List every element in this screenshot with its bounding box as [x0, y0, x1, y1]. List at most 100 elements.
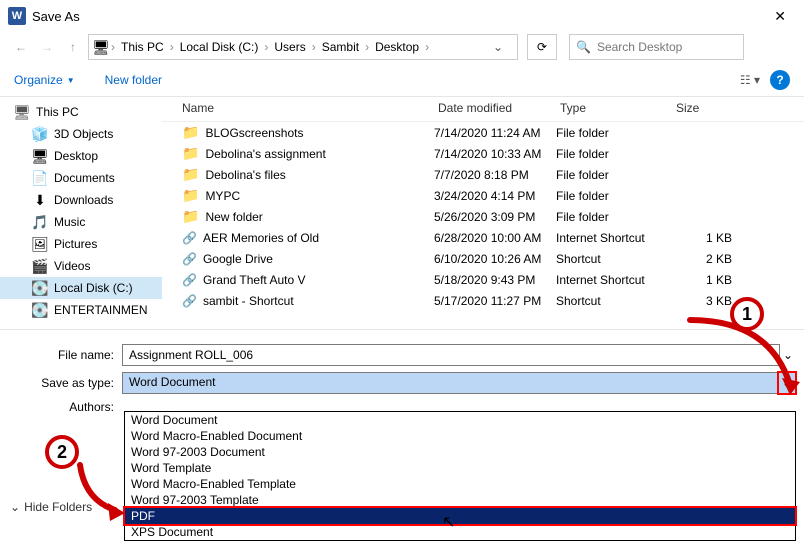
annotation-callout-1: 1	[730, 297, 764, 331]
chevron-down-icon[interactable]: ⌄	[488, 40, 513, 54]
nav-back-icon[interactable]: ←	[10, 36, 32, 58]
file-row[interactable]: 📁MYPC3/24/2020 4:14 PMFile folder	[162, 185, 804, 206]
sidebar-item-this-pc[interactable]: 🖥This PC	[0, 101, 162, 123]
breadcrumb-item[interactable]: Users	[270, 38, 309, 56]
disk-icon: 💽	[32, 280, 48, 296]
file-row[interactable]: 📁BLOGscreenshots7/14/2020 11:24 AMFile f…	[162, 122, 804, 143]
folder-icon: 📁	[182, 208, 199, 225]
pc-icon: 🖥	[93, 39, 109, 55]
breadcrumb-item[interactable]: Local Disk (C:)	[176, 38, 263, 56]
nav-up-icon[interactable]: ↑	[62, 36, 84, 58]
breadcrumb[interactable]: 🖥 › This PC › Local Disk (C:) › Users › …	[88, 34, 518, 60]
file-date: 7/14/2020 11:24 AM	[434, 126, 556, 140]
file-row[interactable]: 📁 Debolina's assignment 7/14/2020 10:33 AM…	[162, 143, 804, 164]
sidebar-item-local-disk-c[interactable]: 💽Local Disk (C:)	[0, 277, 162, 299]
annotation-arrow-2	[70, 455, 150, 525]
sidebar-item-documents[interactable]: 📄Documents	[0, 167, 162, 189]
file-date: 5/18/2020 9:43 PM	[434, 273, 556, 287]
saveastype-option[interactable]: Word 97-2003 Document	[125, 444, 795, 460]
file-row[interactable]: 🔗Google Drive6/10/2020 10:26 AMShortcut2…	[162, 248, 804, 269]
file-type: File folder	[556, 210, 672, 224]
file-size: 2 KB	[672, 252, 732, 266]
sidebar-item-entertainment[interactable]: 💽ENTERTAINMEN	[0, 299, 162, 321]
dialog-title: Save As	[32, 9, 80, 24]
file-name: Grand Theft Auto V	[203, 273, 306, 287]
music-icon: 🎵	[32, 214, 48, 230]
sidebar-item-videos[interactable]: 🎬Videos	[0, 255, 162, 277]
chevron-right-icon: ›	[363, 40, 371, 54]
help-icon[interactable]: ?	[770, 70, 790, 90]
document-icon: 📄	[32, 170, 48, 186]
mouse-cursor-icon: ↖	[442, 512, 455, 532]
file-date: 5/17/2020 11:27 PM	[434, 294, 556, 308]
file-date: 7/14/2020 10:33 AM	[434, 147, 556, 161]
chevron-down-icon: ⌄	[10, 500, 20, 514]
column-header-size[interactable]: Size	[676, 101, 736, 115]
file-date: 3/24/2020 4:14 PM	[434, 189, 556, 203]
saveastype-option[interactable]: Word Template	[125, 460, 795, 476]
folder-icon: 📁	[182, 166, 199, 183]
saveastype-label: Save as type:	[8, 376, 122, 390]
column-header-type[interactable]: Type	[560, 101, 676, 115]
shortcut-icon: 🔗	[182, 294, 197, 308]
filename-label: File name:	[8, 348, 122, 362]
column-header-date[interactable]: Date modified	[438, 101, 560, 115]
picture-icon: 🖼	[32, 236, 48, 252]
file-type: Shortcut	[556, 252, 672, 266]
sidebar-item-music[interactable]: 🎵Music	[0, 211, 162, 233]
chevron-down-icon: ▼	[67, 76, 75, 85]
breadcrumb-item[interactable]: Sambit	[318, 38, 363, 56]
file-name: Debolina's assignment	[205, 147, 325, 161]
word-app-icon: W	[8, 7, 26, 25]
file-type: File folder	[556, 189, 672, 203]
download-icon: ⬇	[32, 192, 48, 208]
chevron-right-icon: ›	[310, 40, 318, 54]
sidebar-item-desktop[interactable]: 🖥Desktop	[0, 145, 162, 167]
breadcrumb-item[interactable]: Desktop	[371, 38, 423, 56]
search-input[interactable]: 🔍 Search Desktop	[569, 34, 744, 60]
file-date: 6/10/2020 10:26 AM	[434, 252, 556, 266]
saveastype-option[interactable]: XPS Document	[125, 524, 795, 540]
file-date: 5/26/2020 3:09 PM	[434, 210, 556, 224]
authors-label: Authors:	[8, 400, 122, 414]
new-folder-button[interactable]: New folder	[105, 73, 162, 87]
file-type: Internet Shortcut	[556, 273, 672, 287]
sidebar-item-3d-objects[interactable]: 🧊3D Objects	[0, 123, 162, 145]
nav-forward-icon[interactable]: →	[36, 36, 58, 58]
file-list: Name Date modified Type Size 📁 BLOGscreen…	[162, 97, 804, 329]
file-name: New folder	[205, 210, 262, 224]
saveastype-option[interactable]: Word Macro-Enabled Document	[125, 428, 795, 444]
pc-icon: 🖥	[14, 104, 30, 120]
sidebar-item-downloads[interactable]: ⬇Downloads	[0, 189, 162, 211]
file-row[interactable]: 📁Debolina's files7/7/2020 8:18 PMFile fo…	[162, 164, 804, 185]
close-icon[interactable]: ✕	[764, 2, 796, 31]
saveastype-option[interactable]: Word Macro-Enabled Template	[125, 476, 795, 492]
saveastype-option[interactable]: Word 97-2003 Template	[125, 492, 795, 508]
view-options-icon[interactable]: ☷ ▾	[740, 73, 760, 87]
column-header-name[interactable]: Name	[182, 101, 438, 115]
file-name: Google Drive	[203, 252, 273, 266]
folder-icon: 📁	[182, 145, 199, 162]
saveastype-dropdown[interactable]: Word DocumentWord Macro-Enabled Document…	[124, 411, 796, 541]
nav-sidebar: 🖥This PC 🧊3D Objects 🖥Desktop 📄Documents…	[0, 97, 162, 329]
chevron-right-icon: ›	[109, 40, 117, 54]
organize-button[interactable]: Organize ▼	[14, 73, 75, 87]
file-date: 7/7/2020 8:18 PM	[434, 168, 556, 182]
file-row[interactable]: 🔗AER Memories of Old6/28/2020 10:00 AMIn…	[162, 227, 804, 248]
chevron-right-icon: ›	[168, 40, 176, 54]
video-icon: 🎬	[32, 258, 48, 274]
saveastype-option[interactable]: PDF	[125, 508, 795, 524]
file-type: File folder	[556, 147, 672, 161]
desktop-icon: 🖥	[32, 148, 48, 164]
file-type: Internet Shortcut	[556, 231, 672, 245]
sidebar-item-pictures[interactable]: 🖼Pictures	[0, 233, 162, 255]
file-name: MYPC	[205, 189, 240, 203]
saveastype-option[interactable]: Word Document	[125, 412, 795, 428]
file-row[interactable]: 🔗Grand Theft Auto V5/18/2020 9:43 PMInte…	[162, 269, 804, 290]
search-placeholder: Search Desktop	[597, 40, 682, 54]
file-name: BLOGscreenshots	[205, 126, 303, 140]
refresh-icon[interactable]: ⟳	[527, 34, 557, 60]
annotation-arrow-1	[650, 300, 804, 410]
breadcrumb-item[interactable]: This PC	[117, 38, 168, 56]
file-row[interactable]: 📁 New folder 5/26/2020 3:09 PMFile folder	[162, 206, 804, 227]
